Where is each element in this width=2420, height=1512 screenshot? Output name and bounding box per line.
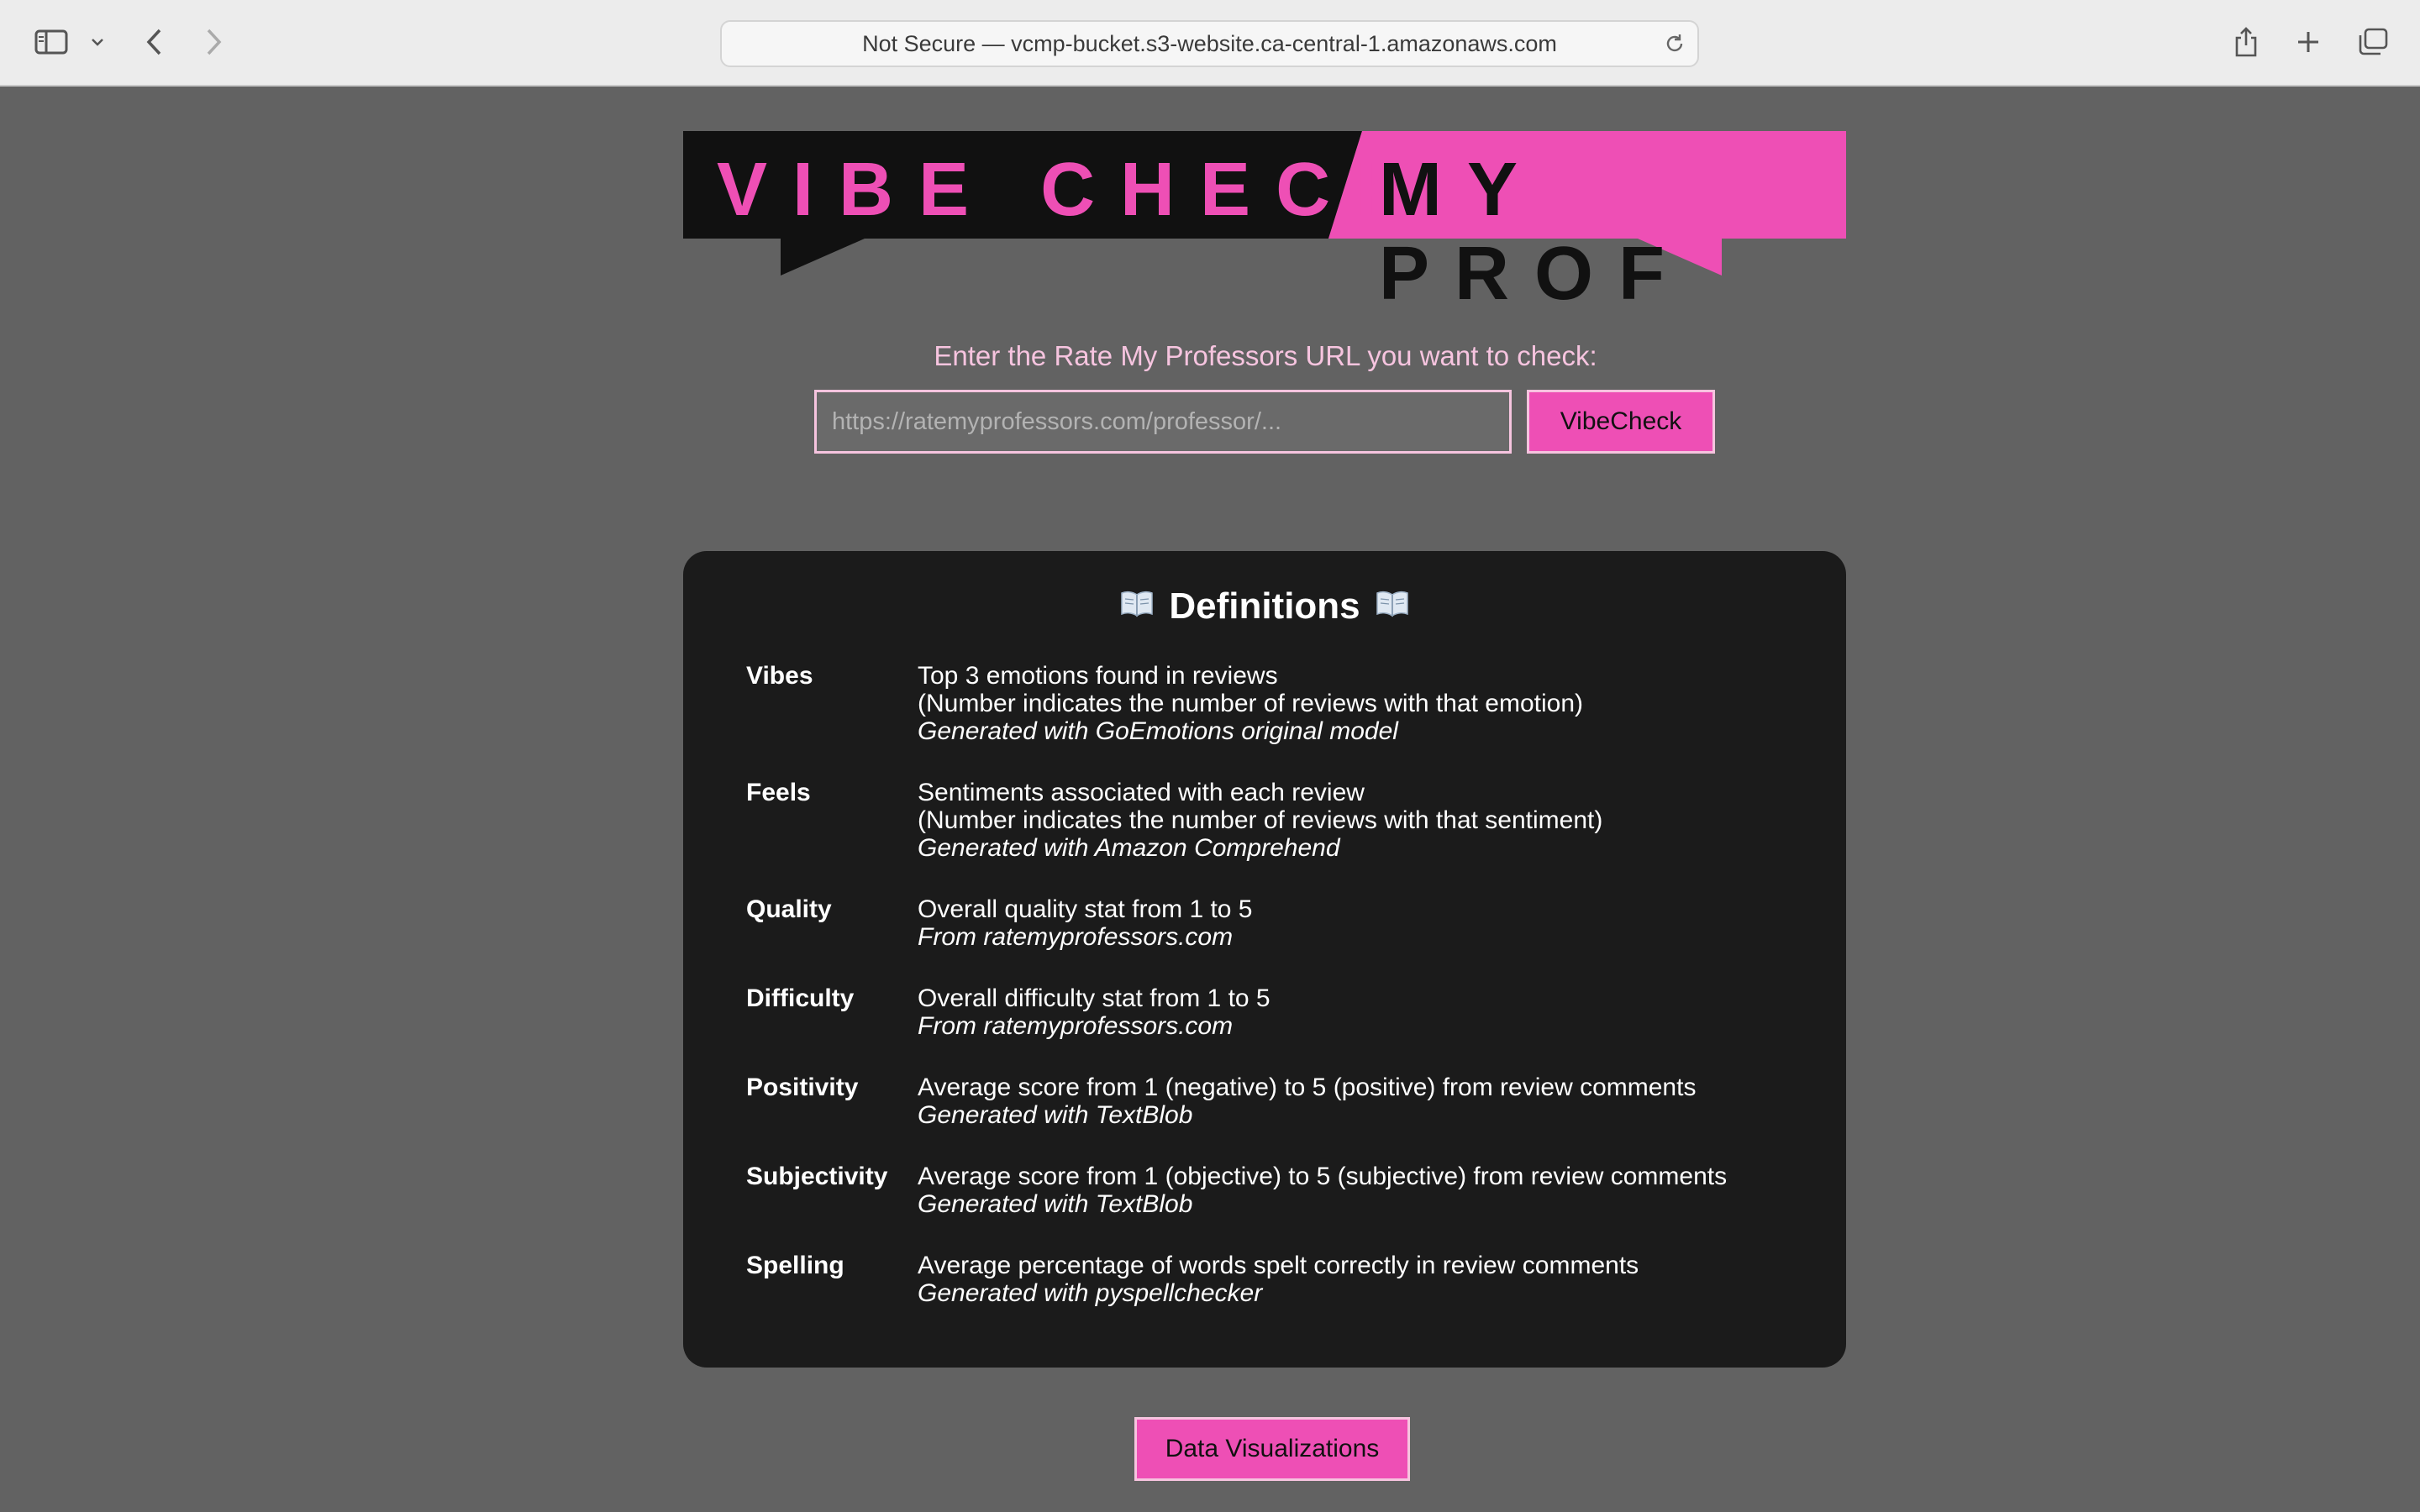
- definition-term: Spelling: [746, 1252, 844, 1279]
- tab-overview-icon[interactable]: [2356, 24, 2390, 60]
- definition-source: Generated with GoEmotions original model: [918, 717, 1398, 745]
- definition-text: Top 3 emotions found in reviews: [918, 662, 1278, 690]
- definition-term: Positivity: [746, 1074, 859, 1101]
- definition-text: Overall difficulty stat from 1 to 5: [918, 984, 1270, 1012]
- definition-spelling: Spelling Average percentage of words spe…: [746, 1252, 1727, 1307]
- definition-term: Difficulty: [746, 984, 855, 1012]
- logo-banner: VIBE CHECK MY PROF: [683, 131, 1846, 316]
- definition-vibes: Vibes Top 3 emotions found in reviews (N…: [746, 662, 1727, 745]
- sidebar-icon[interactable]: [34, 24, 69, 60]
- definitions-heading: Definitions: [683, 581, 1846, 632]
- definition-term: Quality: [746, 895, 832, 923]
- definition-positivity: Positivity Average score from 1 (negativ…: [746, 1074, 1727, 1129]
- logo-left-text: VIBE CHECK: [717, 148, 1436, 232]
- definition-text: (Number indicates the number of reviews …: [918, 806, 1603, 834]
- share-icon[interactable]: [2232, 24, 2260, 60]
- forward-icon[interactable]: [202, 24, 227, 60]
- definition-term: Vibes: [746, 662, 813, 690]
- reload-icon[interactable]: [1664, 32, 1686, 60]
- definition-text: Average score from 1 (objective) to 5 (s…: [918, 1163, 1728, 1190]
- definitions-list: Vibes Top 3 emotions found in reviews (N…: [746, 662, 1727, 1341]
- definition-feels: Feels Sentiments associated with each re…: [746, 779, 1727, 862]
- definition-difficulty: Difficulty Overall difficulty stat from …: [746, 984, 1727, 1040]
- definition-source: Generated with TextBlob: [918, 1190, 1193, 1218]
- vibecheck-button[interactable]: VibeCheck: [1527, 390, 1715, 454]
- definition-text: Sentiments associated with each review: [918, 779, 1365, 806]
- definition-text: (Number indicates the number of reviews …: [918, 690, 1584, 717]
- chevron-down-icon[interactable]: [87, 24, 108, 60]
- definitions-card: Definitions Vibes Top 3 emotions found i…: [683, 551, 1846, 1368]
- open-book-icon: [1376, 581, 1409, 632]
- logo-right-text: MY PROF: [1379, 148, 1691, 316]
- definition-text: Average percentage of words spelt correc…: [918, 1252, 1639, 1279]
- address-bar[interactable]: Not Secure — vcmp-bucket.s3-website.ca-c…: [720, 20, 1699, 67]
- definitions-title: Definitions: [1169, 585, 1360, 627]
- definition-text: Overall quality stat from 1 to 5: [918, 895, 1253, 923]
- url-prompt: Enter the Rate My Professors URL you wan…: [934, 340, 1597, 371]
- definition-source: Generated with TextBlob: [918, 1101, 1193, 1129]
- data-visualizations-button[interactable]: Data Visualizations: [1134, 1417, 1410, 1481]
- new-tab-icon[interactable]: [2294, 24, 2323, 60]
- definition-term: Subjectivity: [746, 1163, 888, 1190]
- open-book-icon: [1120, 581, 1154, 632]
- definition-term: Feels: [746, 779, 811, 806]
- definition-subjectivity: Subjectivity Average score from 1 (objec…: [746, 1163, 1727, 1218]
- address-text: Not Secure — vcmp-bucket.s3-website.ca-c…: [862, 31, 1557, 56]
- definition-source: From ratemyprofessors.com: [918, 923, 1234, 951]
- definition-source: Generated with pyspellchecker: [918, 1279, 1263, 1307]
- definition-source: Generated with Amazon Comprehend: [918, 834, 1340, 862]
- definition-text: Average score from 1 (negative) to 5 (po…: [918, 1074, 1697, 1101]
- url-input[interactable]: [814, 390, 1512, 454]
- back-icon[interactable]: [141, 24, 166, 60]
- browser-toolbar: Not Secure — vcmp-bucket.s3-website.ca-c…: [0, 0, 2420, 87]
- definition-source: From ratemyprofessors.com: [918, 1012, 1234, 1040]
- definition-quality: Quality Overall quality stat from 1 to 5…: [746, 895, 1727, 951]
